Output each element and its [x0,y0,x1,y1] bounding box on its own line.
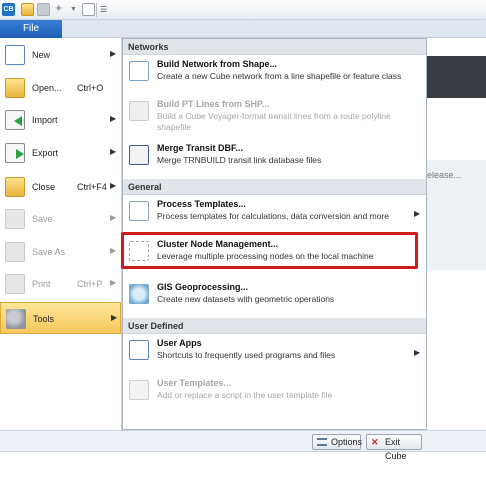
exit-cube-button[interactable]: ✕ Exit Cube [366,434,422,461]
submenu-item-user-templates[interactable]: User Templates... Add or replace a scrip… [123,376,426,410]
submenu-arrow-icon: ▶ [414,348,421,357]
network-shape-icon [129,61,149,81]
item-title: GIS Geoprocessing... [157,282,249,292]
close-folder-icon [5,177,25,197]
item-title: User Templates... [157,378,231,388]
submenu-arrow-icon: ▶ [111,313,118,322]
exit-button-label: Exit Cube [385,437,407,461]
menu-item-label: New [32,50,51,60]
file-tab[interactable]: File [0,20,62,38]
options-icon [317,438,327,446]
item-description: Shortcuts to frequently used programs an… [157,350,336,360]
menu-item-label: Tools [33,314,55,324]
menu-item-save[interactable]: Save ▶ [0,203,121,235]
wand-icon[interactable]: ✦ [54,3,67,16]
toolbar-divider [96,3,97,17]
submenu-item-build-pt-lines[interactable]: Build PT Lines from SHP... Build a Cube … [123,97,426,137]
save-as-icon [5,242,25,262]
submenu-item-gis-geoprocessing[interactable]: GIS Geoprocessing... Create new datasets… [123,280,426,312]
menu-footer: Options ✕ Exit Cube [0,430,486,461]
menu-item-label: Close [32,182,56,192]
file-menu: New ▶ Open... Ctrl+O Import ▶ Export ▶ C… [0,38,122,430]
item-title: Process Templates... [157,199,246,209]
item-description: Process templates for calculations, data… [157,211,389,221]
item-description: Merge TRNBUILD transit link database fil… [157,155,322,165]
menu-item-import[interactable]: Import ▶ [0,104,121,136]
options-button-label: Options [331,437,363,447]
submenu-item-user-apps[interactable]: User Apps Shortcuts to frequently used p… [123,336,426,370]
pt-lines-icon [129,101,149,121]
item-title: User Apps [157,338,202,348]
script-template-icon [129,380,149,400]
menu-item-shortcut: Ctrl+F4 [77,182,107,192]
menu-item-label: Save As [32,247,66,257]
print-icon [5,274,25,294]
background-ribbon [426,56,486,98]
menu-item-new[interactable]: New ▶ [0,39,121,71]
merge-database-icon [129,145,149,165]
item-title: Merge Transit DBF... [157,143,244,153]
document-icon[interactable] [82,3,95,16]
app-icon[interactable]: CB [2,3,15,16]
submenu-arrow-icon: ▶ [110,181,117,190]
highlight-box [121,232,418,269]
menu-item-label: Import [32,115,58,125]
menu-item-label: Print [32,279,51,289]
customize-icon[interactable]: ☰ [100,3,113,16]
submenu-item-process-templates[interactable]: Process Templates... Process templates f… [123,197,426,231]
import-icon [5,110,25,130]
new-document-icon [5,45,25,65]
item-title: Build Network from Shape... [157,59,278,69]
open-folder-icon [5,78,25,98]
section-header-networks: Networks [123,39,426,55]
menu-item-label: Save [32,214,53,224]
menu-item-export[interactable]: Export ▶ [0,137,121,169]
menu-item-close[interactable]: Close Ctrl+F4 ▶ [0,171,121,203]
save-icon[interactable] [37,3,50,16]
section-header-general: General [123,179,426,195]
background-release-text: elease... [427,170,462,180]
item-description: Create a new Cube network from a line sh… [157,71,402,81]
options-button[interactable]: Options [312,434,363,450]
gears-icon [6,309,26,329]
submenu-arrow-icon: ▶ [110,213,117,222]
ribbon-tab-row: File [0,20,486,38]
submenu-item-merge-transit[interactable]: Merge Transit DBF... Merge TRNBUILD tran… [123,141,426,175]
gis-magnifier-icon [129,284,149,304]
submenu-arrow-icon: ▶ [110,49,117,58]
save-icon [5,209,25,229]
submenu-arrow-icon: ▶ [110,246,117,255]
exit-icon: ✕ [371,437,379,447]
item-description: Build a Cube Voyager-format transit line… [157,111,391,132]
menu-item-label: Export [32,148,59,158]
section-header-user-defined: User Defined [123,318,426,334]
menu-item-label: Open... [32,83,62,93]
menu-item-save-as[interactable]: Save As ▶ [0,236,121,268]
submenu-item-build-network[interactable]: Build Network from Shape... Create a new… [123,57,426,91]
menu-item-tools[interactable]: Tools ▶ [0,302,121,334]
process-template-icon [129,201,149,221]
item-description: Create new datasets with geometric opera… [157,294,335,304]
menu-item-open[interactable]: Open... Ctrl+O [0,72,121,104]
quick-access-toolbar: CB ✦ ▼ ☰ [0,0,486,20]
item-title: Build PT Lines from SHP... [157,99,270,109]
open-folder-icon[interactable] [21,3,34,16]
item-description: Add or replace a script in the user temp… [157,390,333,400]
menu-item-print[interactable]: Print Ctrl+P ▶ [0,268,121,300]
menu-item-shortcut: Ctrl+P [77,279,103,289]
submenu-arrow-icon: ▶ [110,278,117,287]
submenu-arrow-icon: ▶ [110,147,117,156]
user-apps-icon [129,340,149,360]
export-icon [5,143,25,163]
menu-item-shortcut: Ctrl+O [77,83,104,93]
submenu-arrow-icon: ▶ [110,114,117,123]
submenu-arrow-icon: ▶ [414,209,421,218]
